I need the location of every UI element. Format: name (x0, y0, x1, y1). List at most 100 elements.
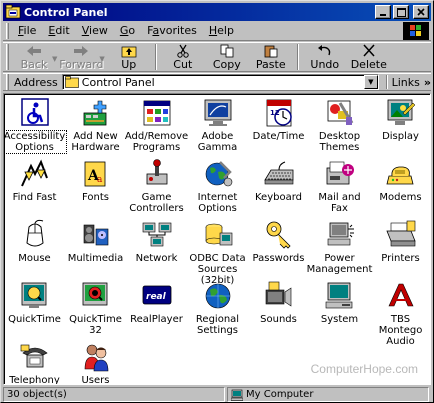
forward-button[interactable]: Forward (59, 43, 104, 71)
paste-button[interactable]: Paste (249, 43, 293, 71)
network-icon (142, 222, 171, 247)
menu-view[interactable]: View (76, 24, 114, 37)
my-computer-icon (231, 389, 243, 401)
menu-help[interactable]: Help (203, 24, 240, 37)
close-button[interactable] (413, 5, 429, 19)
control-panel-item[interactable]: Display (370, 97, 430, 158)
address-bar: Address Control Panel ▼ Links » (3, 73, 431, 91)
control-panel-item[interactable]: Keyboard (248, 158, 309, 219)
delete-button[interactable]: Delete (347, 43, 391, 71)
item-label: Desktop Themes (318, 131, 361, 153)
cut-button[interactable]: Cut (161, 43, 205, 71)
menu-grip[interactable] (6, 22, 9, 39)
scissors-icon (177, 44, 189, 58)
adobe-gamma-icon (204, 99, 231, 126)
copy-button[interactable]: Copy (205, 43, 249, 71)
game-controllers-icon (146, 159, 167, 185)
control-panel-item[interactable]: Internet Options (187, 158, 248, 219)
watermark: ComputerHope.com (310, 362, 418, 376)
address-dropdown-button[interactable]: ▼ (363, 75, 378, 89)
control-panel-item[interactable]: Users (65, 341, 126, 384)
control-panel-item[interactable]: TBS Montego Audio (370, 280, 430, 347)
delete-x-icon (363, 44, 375, 57)
minimize-button[interactable] (375, 5, 391, 19)
control-panel-item[interactable]: Modems (370, 158, 430, 219)
quicktime-icon (21, 282, 46, 308)
links-chevron-icon: » (423, 75, 431, 89)
icon-view[interactable]: Accessibility Options Add New Hardware Add… (3, 93, 431, 385)
control-panel-item[interactable]: Add New Hardware (65, 97, 126, 158)
links-toolbar[interactable]: Links » (385, 75, 431, 89)
passwords-icon (266, 221, 291, 249)
menu-go[interactable]: Go (114, 24, 141, 37)
control-panel-item[interactable]: Printers (370, 219, 430, 280)
item-label: Adobe Gamma (197, 131, 238, 153)
control-panel-item[interactable]: Find Fast (4, 158, 65, 219)
control-panel-item[interactable]: Mail and Fax (309, 158, 370, 219)
windows-flag-icon (410, 25, 421, 36)
status-object-count: 30 object(s) (3, 387, 225, 402)
back-button[interactable]: Back (12, 43, 56, 71)
toolbar-grip[interactable] (6, 44, 9, 70)
item-label: Accessibility Options (3, 130, 68, 154)
item-label: Add/Remove Programs (124, 131, 189, 153)
control-panel-item[interactable]: Aa Fonts (65, 158, 126, 219)
status-bar: 30 object(s) My Computer (3, 387, 431, 402)
control-panel-item[interactable]: Network (126, 219, 187, 280)
control-panel-item[interactable]: QuickTime 32 (65, 280, 126, 341)
copy-icon (220, 44, 234, 58)
control-panel-item[interactable]: Passwords (248, 219, 309, 280)
control-panel-item[interactable]: ODBC Data Sources (32bit) (187, 219, 248, 286)
control-panel-item[interactable]: QuickTime (4, 280, 65, 341)
maximize-button[interactable] (393, 5, 409, 19)
paste-icon (264, 45, 278, 58)
control-panel-item[interactable]: Game Controllers (126, 158, 187, 219)
control-panel-item[interactable]: Adobe Gamma (187, 97, 248, 158)
title-bar[interactable]: Control Panel (3, 3, 431, 21)
item-label: Telephony (9, 375, 60, 385)
links-separator (385, 75, 388, 89)
control-panel-item[interactable]: Telephony (4, 341, 65, 385)
item-label: Power Management (306, 253, 373, 275)
keyboard-icon (263, 161, 293, 185)
menu-edit[interactable]: Edit (42, 24, 75, 37)
maximize-icon (396, 7, 406, 17)
sounds-icon (265, 281, 291, 307)
item-label: RealPlayer (130, 314, 183, 325)
control-panel-item[interactable]: real RealPlayer (126, 280, 187, 341)
users-icon (84, 344, 108, 372)
control-panel-item[interactable]: Power Management (307, 219, 372, 280)
item-label: Add New Hardware (71, 131, 120, 153)
desktop-themes-icon (327, 100, 353, 125)
address-input[interactable]: Control Panel (61, 74, 379, 90)
toolbar-separator (154, 44, 157, 70)
system-icon (325, 282, 352, 309)
control-panel-item[interactable]: Multimedia (65, 219, 126, 280)
control-panel-item[interactable]: Accessibility Options (3, 97, 68, 158)
control-panel-items: Accessibility Options Add New Hardware Add… (3, 94, 430, 385)
address-grip[interactable] (6, 74, 9, 90)
control-panel-item[interactable]: System (309, 280, 370, 341)
back-dropdown-icon[interactable]: ▼ (52, 55, 57, 63)
menu-favorites[interactable]: Favorites (141, 24, 203, 37)
control-panel-item[interactable]: Add/Remove Programs (124, 97, 189, 158)
date-time-icon: 12 (266, 99, 292, 127)
window-title: Control Panel (24, 5, 108, 19)
control-panel-item[interactable]: Desktop Themes (309, 97, 370, 158)
item-label: System (320, 314, 359, 325)
control-panel-item[interactable]: 12 Date/Time (248, 97, 309, 158)
control-panel-item[interactable]: Sounds (248, 280, 309, 341)
forward-dropdown-icon[interactable]: ▼ (99, 55, 104, 63)
control-panel-item[interactable]: Regional Settings (187, 280, 248, 341)
control-panel-folder-icon (64, 76, 79, 88)
mouse-icon (25, 219, 44, 247)
up-button[interactable]: Up (107, 43, 151, 71)
control-panel-item[interactable]: Mouse (4, 219, 65, 280)
undo-button[interactable]: Undo (303, 43, 347, 71)
accessibility-icon (20, 98, 49, 126)
item-label: Fonts (82, 192, 109, 203)
item-label: Passwords (252, 253, 305, 264)
menu-file[interactable]: File (12, 24, 42, 37)
standard-toolbar: Back ▼ Forward ▼ Up Cut Copy Paste Undo (3, 42, 431, 72)
power-management-icon (327, 222, 354, 246)
